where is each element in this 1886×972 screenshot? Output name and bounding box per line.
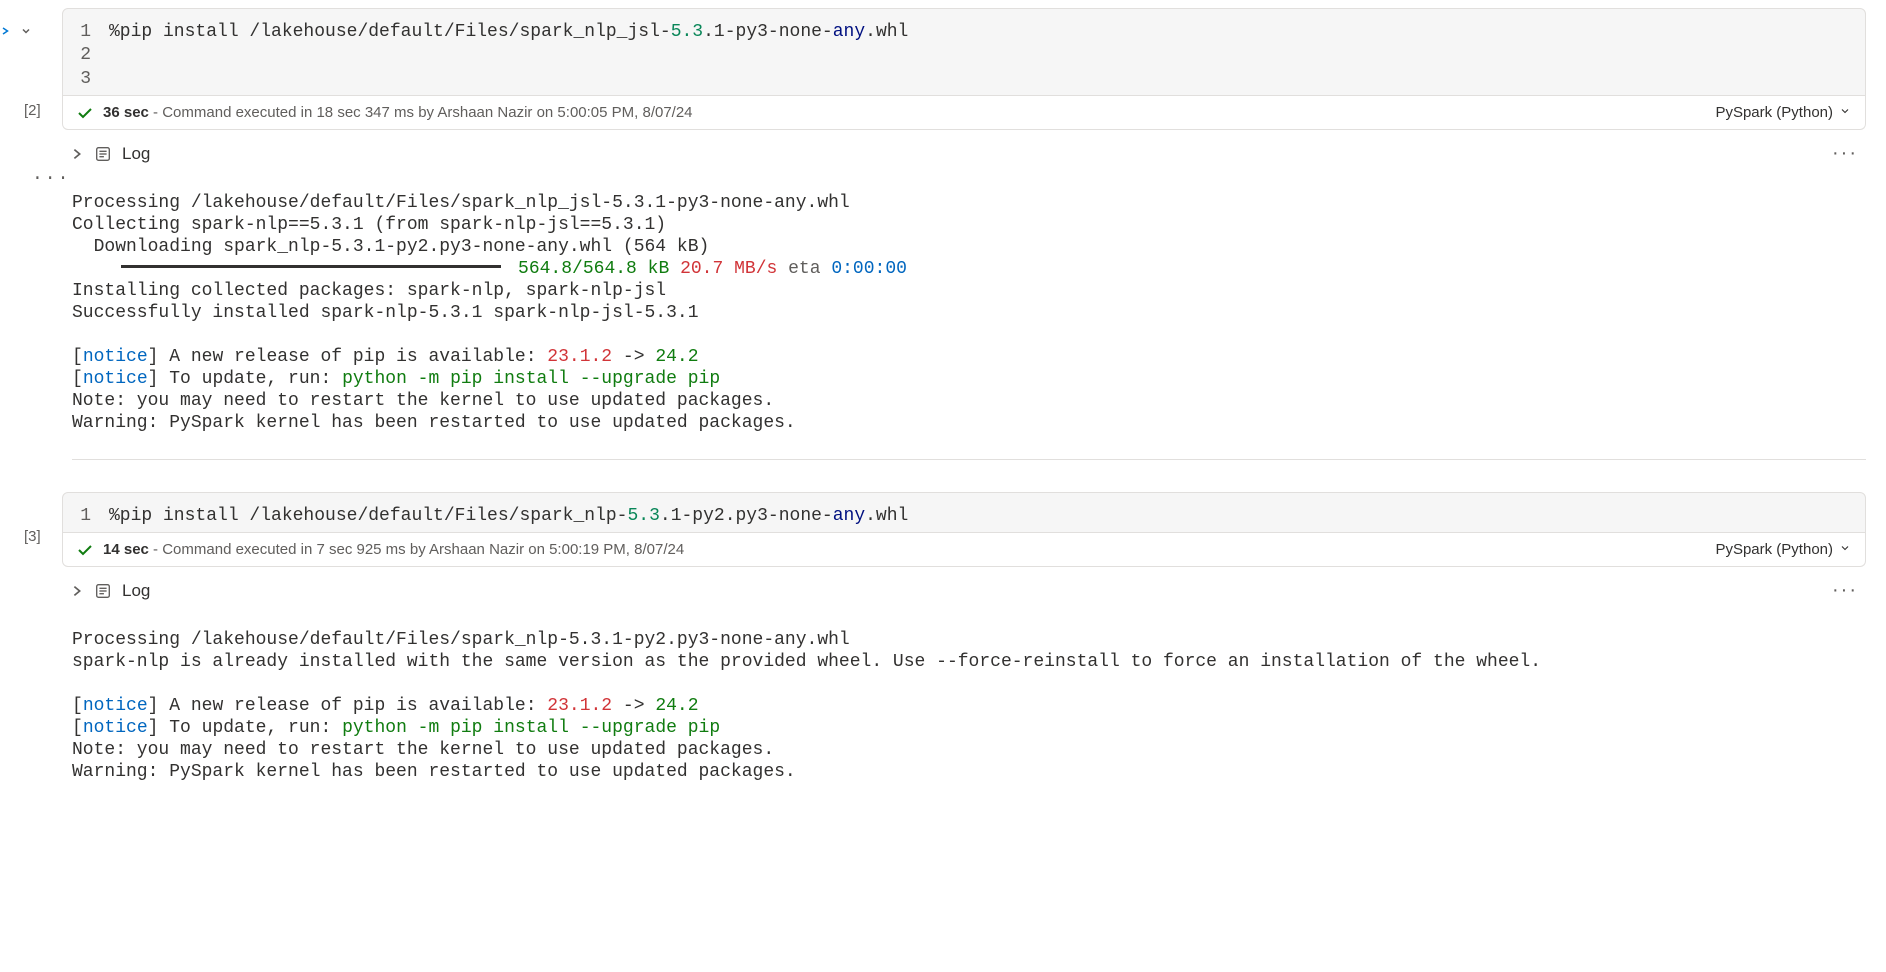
execution-count: [2]	[24, 102, 41, 119]
line-number: 1	[75, 505, 109, 528]
run-nav	[0, 24, 32, 40]
log-title: Log	[122, 144, 150, 164]
chevron-down-icon	[1839, 541, 1851, 558]
more-options-icon[interactable]: ···	[1832, 142, 1866, 165]
code-cell: [3] 1 %pip install /lakehouse/default/Fi…	[62, 492, 1866, 784]
status-text: 14 sec - Command executed in 7 sec 925 m…	[103, 541, 684, 558]
execution-count: [3]	[24, 528, 41, 545]
code-line: %pip install /lakehouse/default/Files/sp…	[109, 21, 908, 44]
code-editor[interactable]: 1 %pip install /lakehouse/default/Files/…	[62, 8, 1866, 96]
cell-status-bar: 14 sec - Command executed in 7 sec 925 m…	[62, 533, 1866, 567]
line-number: 2	[75, 44, 109, 67]
code-line: %pip install /lakehouse/default/Files/sp…	[109, 505, 908, 528]
language-label: PySpark (Python)	[1715, 541, 1833, 558]
success-icon	[77, 105, 93, 121]
success-icon	[77, 542, 93, 558]
cell-divider	[72, 459, 1866, 460]
cell-output: Processing /lakehouse/default/Files/spar…	[72, 608, 1866, 784]
log-title: Log	[122, 581, 150, 601]
language-label: PySpark (Python)	[1715, 104, 1833, 121]
expand-log-icon[interactable]	[70, 147, 84, 161]
chevron-down-icon	[1839, 104, 1851, 121]
cell-output: ···Processing /lakehouse/default/Files/s…	[72, 171, 1866, 434]
log-icon	[94, 145, 112, 163]
line-number: 1	[75, 21, 109, 44]
language-picker[interactable]: PySpark (Python)	[1715, 104, 1851, 121]
run-prev-icon[interactable]	[0, 24, 12, 40]
run-next-icon[interactable]	[20, 24, 32, 40]
more-options-icon[interactable]: ···	[1832, 579, 1866, 602]
status-text: 36 sec - Command executed in 18 sec 347 …	[103, 104, 693, 121]
log-header: Log ···	[70, 142, 1866, 165]
log-icon	[94, 582, 112, 600]
code-cell: [2] 1 %pip install /lakehouse/default/Fi…	[62, 8, 1866, 435]
log-header: Log ···	[70, 579, 1866, 602]
output-menu-icon[interactable]: ···	[32, 169, 70, 191]
notebook-view: [2] 1 %pip install /lakehouse/default/Fi…	[0, 0, 1886, 784]
progress-bar	[121, 265, 501, 268]
line-number: 3	[75, 68, 109, 91]
language-picker[interactable]: PySpark (Python)	[1715, 541, 1851, 558]
expand-log-icon[interactable]	[70, 584, 84, 598]
cell-status-bar: 36 sec - Command executed in 18 sec 347 …	[62, 96, 1866, 130]
code-editor[interactable]: 1 %pip install /lakehouse/default/Files/…	[62, 492, 1866, 533]
